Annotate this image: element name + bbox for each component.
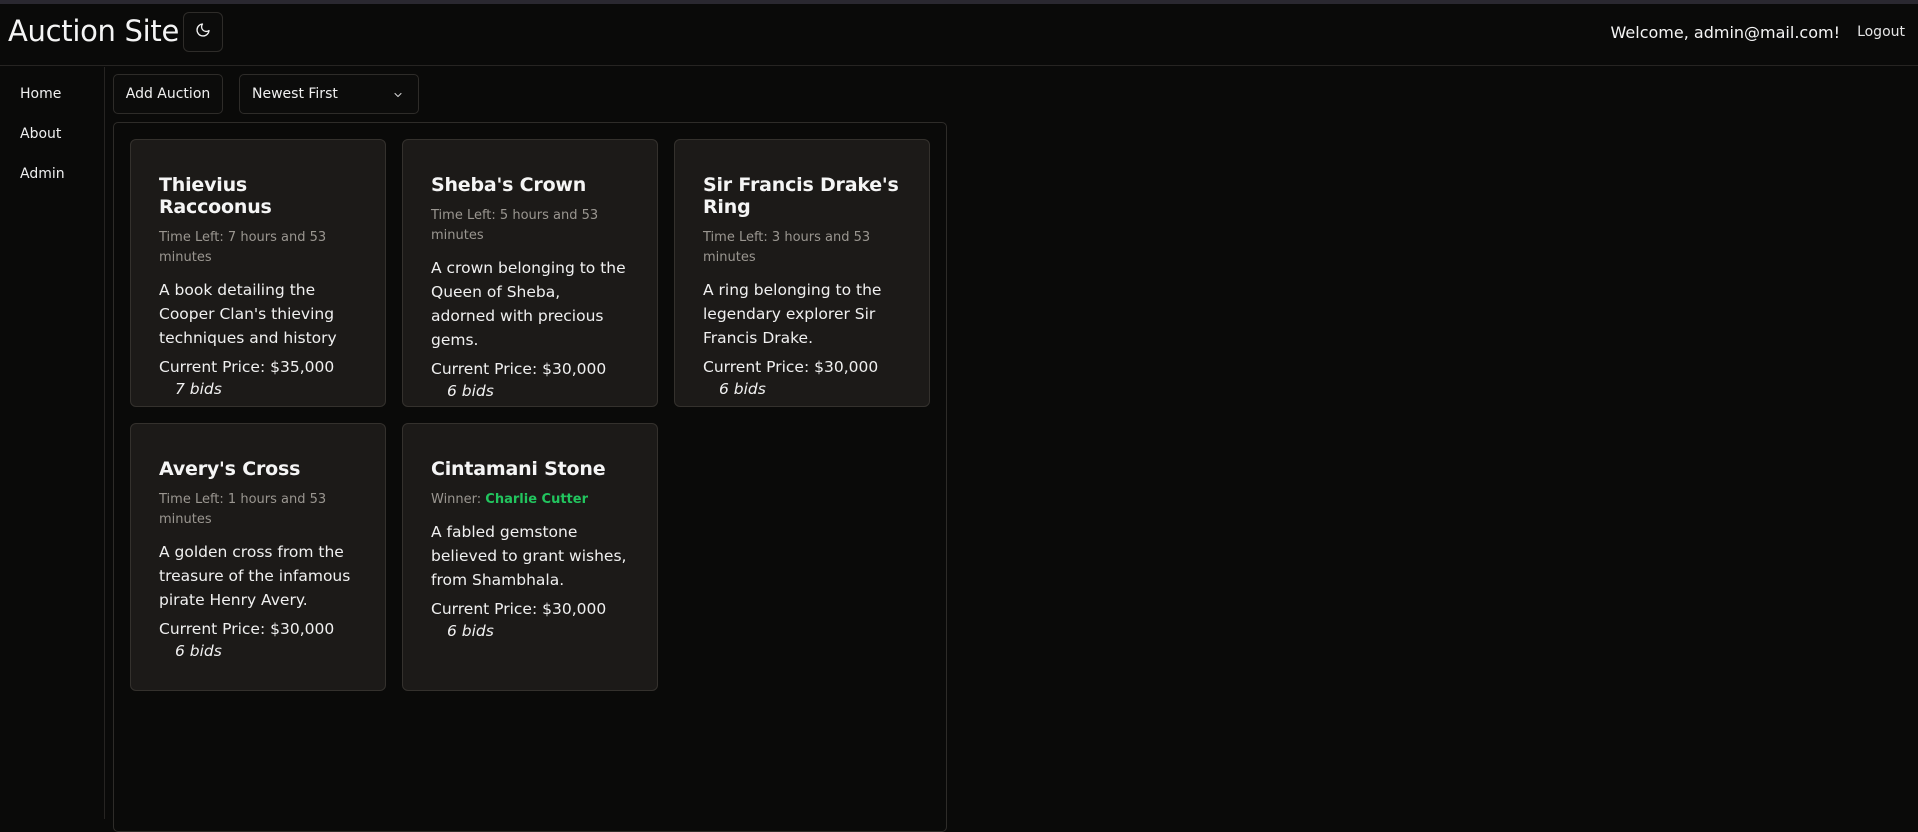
auction-price: Current Price: $30,000 xyxy=(159,620,335,638)
auction-time-left: Time Left: 3 hours and 53 minutes xyxy=(703,228,901,268)
logout-button[interactable]: Logout xyxy=(1857,24,1905,40)
auction-bid-count: 6 bids xyxy=(175,642,222,660)
auction-description: A golden cross from the treasure of the … xyxy=(159,543,351,609)
auction-price: Current Price: $30,000 xyxy=(703,358,879,376)
auction-bid-count: 6 bids xyxy=(719,380,766,398)
auction-title: Sir Francis Drake's Ring xyxy=(703,174,899,218)
auction-card[interactable]: Avery's Cross Time Left: 1 hours and 53 … xyxy=(130,423,386,691)
theme-toggle-button[interactable] xyxy=(183,12,223,52)
welcome-message: Welcome, admin@mail.com! xyxy=(1610,23,1840,42)
sidebar-item-home[interactable]: Home xyxy=(20,86,61,102)
top-navbar: Auction Site Welcome, admin@mail.com! Lo… xyxy=(0,4,1918,66)
time-left-label: Time Left: xyxy=(159,492,228,507)
moon-icon xyxy=(195,22,211,42)
sidebar-item-admin[interactable]: Admin xyxy=(20,166,65,182)
auction-card[interactable]: Sheba's Crown Time Left: 5 hours and 53 … xyxy=(402,139,658,407)
winner-label: Winner: xyxy=(431,492,486,507)
time-left-label: Time Left: xyxy=(431,208,500,223)
auction-title: Sheba's Crown xyxy=(431,174,587,196)
auction-description: A ring belonging to the legendary explor… xyxy=(703,281,882,347)
auction-description: A book detailing the Cooper Clan's thiev… xyxy=(159,281,337,347)
time-left-label: Time Left: xyxy=(703,230,772,245)
winner-name: Charlie Cutter xyxy=(485,492,588,507)
auction-title: Thievius Raccoonus xyxy=(159,174,272,218)
time-left-label: Time Left: xyxy=(159,230,228,245)
auction-price: Current Price: $35,000 xyxy=(159,358,335,376)
auction-title: Avery's Cross xyxy=(159,458,301,480)
sidebar-item-about[interactable]: About xyxy=(20,126,61,142)
chevron-down-icon xyxy=(392,89,404,105)
auction-description: A fabled gemstone believed to grant wish… xyxy=(431,523,627,589)
auction-bid-count: 6 bids xyxy=(447,382,494,400)
auction-time-left: Time Left: 7 hours and 53 minutes xyxy=(159,228,357,268)
auction-bid-count: 6 bids xyxy=(447,622,494,640)
auction-time-left: Time Left: 1 hours and 53 minutes xyxy=(159,490,357,530)
sort-select-value: Newest First xyxy=(252,86,338,102)
auction-card[interactable]: Sir Francis Drake's Ring Time Left: 3 ho… xyxy=(674,139,930,407)
sort-select[interactable]: Newest First xyxy=(239,74,419,114)
auction-card[interactable]: Thievius Raccoonus Time Left: 7 hours an… xyxy=(130,139,386,407)
auction-description: A crown belonging to the Queen of Sheba,… xyxy=(431,259,626,349)
site-title[interactable]: Auction Site xyxy=(8,14,179,48)
auction-winner: Winner: Charlie Cutter xyxy=(431,490,629,510)
auction-time-left: Time Left: 5 hours and 53 minutes xyxy=(431,206,629,246)
auction-bid-count: 7 bids xyxy=(175,380,222,398)
auction-card[interactable]: Cintamani Stone Winner: Charlie Cutter A… xyxy=(402,423,658,691)
auction-title: Cintamani Stone xyxy=(431,458,606,480)
auction-price: Current Price: $30,000 xyxy=(431,600,607,618)
sidebar: Home About Admin xyxy=(0,67,105,819)
add-auction-button[interactable]: Add Auction xyxy=(113,74,223,114)
auction-price: Current Price: $30,000 xyxy=(431,360,607,378)
